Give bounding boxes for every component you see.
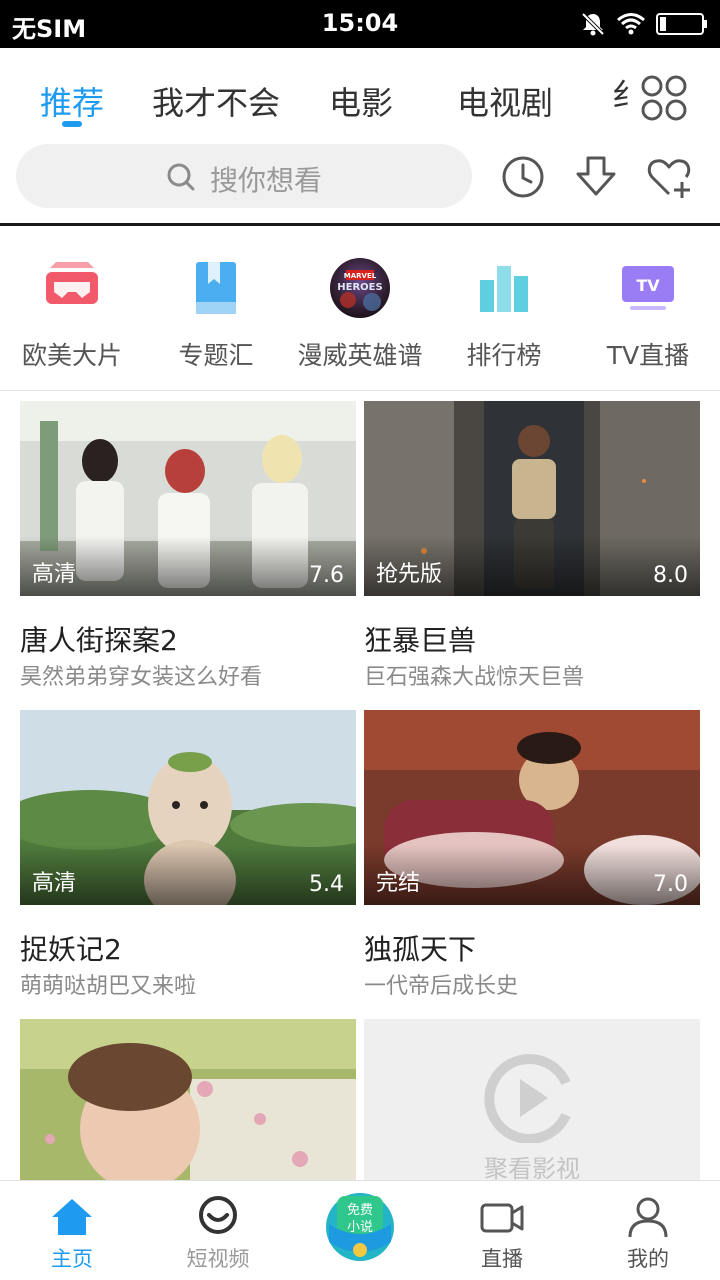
video-card[interactable]: 高清 5.4 捉妖记2 萌萌哒胡巴又来啦 xyxy=(20,710,356,1000)
shortcut-label: 漫威英雄谱 xyxy=(297,341,423,370)
heroes-logo-text: HEROES xyxy=(337,282,382,293)
marvel-heroes-logo: MARVEL HEROES xyxy=(330,258,390,318)
tab-overflow[interactable]: 纟 xyxy=(612,70,638,120)
nav-label: 主页 xyxy=(51,1247,93,1271)
video-thumbnail[interactable]: 高清 7.6 xyxy=(20,401,356,596)
vr-glasses-icon xyxy=(46,262,98,304)
play-logo-icon xyxy=(484,1054,571,1143)
placeholder-card[interactable]: 聚看影视 xyxy=(364,1019,700,1180)
shortcut-label: 欧美大片 xyxy=(21,341,122,370)
marvel-logo-text: MARVEL xyxy=(344,272,377,280)
novel-badge-line-2: 小说 xyxy=(347,1220,373,1235)
video-card[interactable] xyxy=(20,1019,356,1180)
placeholder-brand-text: 聚看影视 xyxy=(484,1155,580,1180)
novel-badge-line-1: 免费 xyxy=(347,1203,373,1218)
short-video-icon xyxy=(199,1196,237,1234)
tab-tv-series[interactable]: 电视剧 xyxy=(457,78,553,124)
tv-icon-text: TV xyxy=(636,276,660,295)
nav-label: 短视频 xyxy=(186,1247,250,1271)
video-title[interactable]: 捉妖记2 xyxy=(20,928,122,968)
search-placeholder: 搜你想看 xyxy=(210,164,323,197)
search-icon xyxy=(167,163,195,191)
quality-badge: 抢先版 xyxy=(376,562,443,587)
video-thumbnail[interactable]: 抢先版 8.0 xyxy=(364,401,700,596)
video-subtitle: 萌萌哒胡巴又来啦 xyxy=(20,974,197,999)
nav-short-video[interactable]: 短视频 xyxy=(146,1181,290,1280)
all-categories-icon[interactable] xyxy=(640,74,688,122)
video-card[interactable]: 高清 7.6 唐人街探案2 昊然弟弟穿女装这么好看 xyxy=(20,401,356,691)
favorite-add-icon[interactable] xyxy=(646,154,692,200)
video-thumbnail[interactable] xyxy=(20,1019,356,1180)
video-title[interactable]: 独孤天下 xyxy=(364,928,476,968)
mute-bell-icon xyxy=(581,12,605,36)
nav-label: 直播 xyxy=(481,1247,523,1271)
battery-icon xyxy=(656,13,707,35)
profile-icon xyxy=(628,1197,668,1238)
banner-edge xyxy=(0,223,720,226)
score-badge: 8.0 xyxy=(653,563,688,588)
nav-profile[interactable]: 我的 xyxy=(576,1181,720,1280)
tab-overflow-label: 纟 xyxy=(612,76,638,114)
video-subtitle: 一代帝后成长史 xyxy=(364,974,519,999)
status-bar: 无SIM 15:04 xyxy=(0,0,720,48)
active-tab-indicator xyxy=(62,121,82,127)
bookmark-book-icon xyxy=(196,262,236,314)
bar-chart-icon xyxy=(480,266,528,312)
tab-movies[interactable]: 电影 xyxy=(329,78,393,124)
video-title[interactable]: 唐人街探案2 xyxy=(20,619,178,659)
download-icon[interactable] xyxy=(573,154,619,200)
score-badge: 7.6 xyxy=(309,563,344,588)
video-subtitle: 昊然弟弟穿女装这么好看 xyxy=(20,665,263,690)
home-icon xyxy=(52,1199,92,1235)
section-divider xyxy=(0,390,720,391)
quality-badge: 完结 xyxy=(376,871,421,896)
video-title[interactable]: 狂暴巨兽 xyxy=(364,619,476,659)
status-icons xyxy=(580,10,708,38)
free-novel-icon[interactable]: 免费 小说 xyxy=(325,1190,395,1264)
video-card[interactable]: 抢先版 8.0 狂暴巨兽 巨石强森大战惊天巨兽 xyxy=(364,401,700,691)
wifi-icon xyxy=(617,13,645,35)
video-subtitle: 巨石强森大战惊天巨兽 xyxy=(364,665,585,690)
shortcut-marvel-heroes[interactable]: MARVEL HEROES 漫威英雄谱 xyxy=(290,258,430,370)
tab-recommend[interactable]: 推荐 xyxy=(40,78,104,124)
shortcut-rankings[interactable]: 排行榜 xyxy=(434,258,574,370)
live-camera-icon xyxy=(480,1203,524,1233)
quality-badge: 高清 xyxy=(32,562,77,587)
shortcut-label: 专题汇 xyxy=(178,341,254,370)
video-card[interactable]: 完结 7.0 独孤天下 一代帝后成长史 xyxy=(364,710,700,1000)
shortcut-label: TV直播 xyxy=(606,341,690,370)
shortcut-label: 排行榜 xyxy=(466,341,542,370)
history-clock-icon[interactable] xyxy=(500,154,546,200)
tab-wo-cai-bu-hui[interactable]: 我才不会 xyxy=(152,78,280,124)
tv-icon: TV xyxy=(622,266,674,310)
shortcut-western-blockbusters[interactable]: 欧美大片 xyxy=(2,258,142,370)
video-thumbnail[interactable]: 完结 7.0 xyxy=(364,710,700,905)
shortcut-topics[interactable]: 专题汇 xyxy=(146,258,286,370)
score-badge: 5.4 xyxy=(309,872,344,897)
nav-live[interactable]: 直播 xyxy=(430,1181,574,1280)
nav-label: 我的 xyxy=(627,1247,669,1271)
score-badge: 7.0 xyxy=(653,872,688,897)
search-bar[interactable]: 搜你想看 xyxy=(16,144,472,208)
shortcut-tv-live[interactable]: TV TV直播 xyxy=(578,258,718,370)
video-thumbnail[interactable]: 高清 5.4 xyxy=(20,710,356,905)
quality-badge: 高清 xyxy=(32,871,77,896)
nav-home[interactable]: 主页 xyxy=(0,1181,144,1280)
